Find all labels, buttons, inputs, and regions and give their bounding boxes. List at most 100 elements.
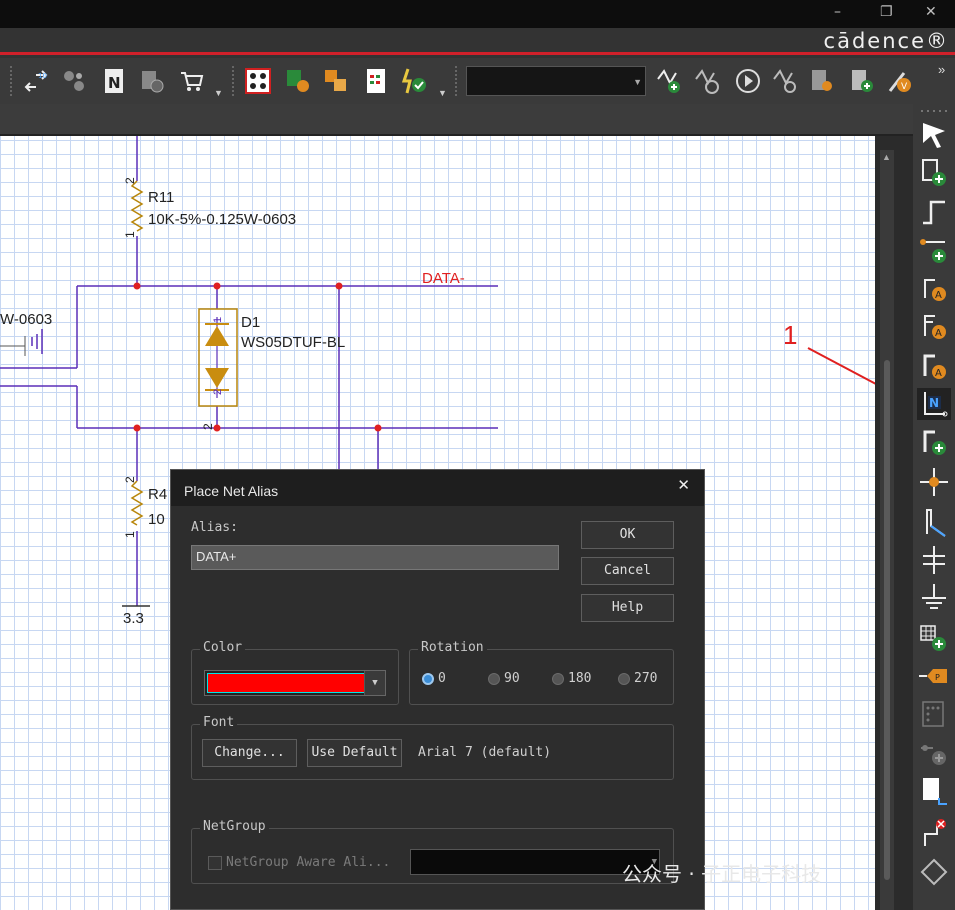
color-select[interactable]: ▼ bbox=[204, 670, 386, 696]
toolbar-grip[interactable] bbox=[10, 66, 12, 96]
find-part-icon[interactable] bbox=[808, 67, 836, 95]
dialog-title-bar[interactable]: Place Net Alias ✕ bbox=[171, 470, 704, 506]
scrollbar-thumb[interactable] bbox=[884, 360, 890, 880]
design-rules-check-icon[interactable] bbox=[138, 67, 166, 95]
combo-arrow-icon[interactable]: ▼ bbox=[633, 77, 642, 87]
place-part-sim-icon[interactable] bbox=[848, 67, 876, 95]
back-annotate-icon[interactable] bbox=[60, 67, 88, 95]
power-check-icon[interactable] bbox=[400, 67, 428, 95]
r11-reference: R11 bbox=[148, 189, 174, 206]
title-bar: – ❐ ✕ bbox=[0, 0, 955, 28]
place-off-page-icon[interactable] bbox=[917, 622, 951, 654]
radio-selected-icon bbox=[422, 672, 434, 685]
place-no-connect-icon[interactable] bbox=[917, 698, 951, 730]
font-group-label: Font bbox=[200, 715, 238, 730]
svg-text:N: N bbox=[108, 74, 121, 92]
change-font-button[interactable]: Change... bbox=[202, 739, 297, 767]
toolbar-overflow-icon[interactable]: » bbox=[938, 62, 945, 77]
dialog-close-icon[interactable]: ✕ bbox=[677, 476, 690, 494]
partial-part-value: W-0603 bbox=[0, 311, 52, 328]
svg-text:A: A bbox=[935, 328, 942, 339]
color-swatch bbox=[207, 673, 365, 693]
svg-text:P: P bbox=[935, 673, 940, 682]
color-dropdown-icon[interactable]: ▼ bbox=[364, 671, 385, 695]
rotation-90-radio[interactable]: 90 bbox=[488, 671, 520, 686]
restore-button[interactable]: ❐ bbox=[880, 4, 893, 20]
auto-wire-icon[interactable] bbox=[917, 234, 951, 266]
voltage-marker-icon[interactable]: V bbox=[886, 67, 914, 95]
radio-icon bbox=[488, 672, 500, 685]
netlist-icon[interactable]: N bbox=[100, 67, 128, 95]
annotate-icon[interactable]: 10 bbox=[22, 67, 50, 95]
run-simulation-icon[interactable] bbox=[734, 67, 762, 95]
select-pointer-icon[interactable] bbox=[917, 119, 951, 151]
r4-reference: R4 bbox=[148, 486, 167, 503]
scroll-up-icon[interactable]: ▲ bbox=[882, 152, 891, 162]
place-port-icon[interactable]: P bbox=[917, 660, 951, 692]
svg-text:A: A bbox=[935, 368, 942, 379]
net-alias-data-minus[interactable]: DATA- bbox=[422, 270, 465, 287]
bill-of-materials-icon[interactable] bbox=[178, 67, 206, 95]
svg-text:A: A bbox=[935, 290, 942, 301]
sync-icon[interactable] bbox=[322, 67, 350, 95]
font-value: Arial 7 (default) bbox=[418, 745, 552, 760]
r4-pin2-label: 2 bbox=[123, 476, 137, 483]
toolbar-combobox[interactable]: ▼ bbox=[466, 66, 646, 96]
alias-input[interactable]: DATA+ bbox=[191, 545, 559, 570]
place-ground-icon[interactable] bbox=[917, 582, 951, 614]
toolbar-separator bbox=[232, 66, 234, 96]
color-group-label: Color bbox=[200, 640, 246, 655]
color-group: Color ▼ bbox=[191, 640, 399, 705]
power-check-dropdown-icon[interactable]: ▼ bbox=[438, 88, 447, 98]
place-junction-icon[interactable] bbox=[917, 466, 951, 498]
place-bus-icon[interactable] bbox=[917, 426, 951, 458]
svg-text:N: N bbox=[929, 396, 939, 410]
bom-dropdown-icon[interactable]: ▼ bbox=[214, 88, 223, 98]
place-part-icon[interactable] bbox=[917, 157, 951, 189]
wire-auto-bus-icon[interactable]: A bbox=[917, 350, 951, 382]
rotation-0-radio[interactable]: 0 bbox=[422, 671, 446, 686]
place-pin-icon[interactable] bbox=[917, 736, 951, 768]
svg-text:V: V bbox=[901, 82, 908, 92]
main-toolbar: 10 N ▼ ▼ ▼ V » bbox=[0, 58, 955, 105]
place-text-icon[interactable] bbox=[917, 776, 951, 808]
rotation-270-radio[interactable]: 270 bbox=[618, 671, 657, 686]
pcb-editor-icon[interactable] bbox=[244, 67, 272, 95]
d1-pin1-label: 1 bbox=[212, 317, 224, 323]
r11-value: 10K-5%-0.125W-0603 bbox=[148, 211, 296, 228]
place-power-icon[interactable] bbox=[917, 544, 951, 576]
help-button[interactable]: Help bbox=[581, 594, 674, 622]
ok-button[interactable]: OK bbox=[581, 521, 674, 549]
annotation-1: 1 bbox=[783, 320, 798, 350]
place-net-alias-icon[interactable]: N bbox=[917, 388, 951, 420]
place-wire-icon[interactable] bbox=[917, 196, 951, 228]
svg-text:10: 10 bbox=[38, 72, 47, 80]
document-tab-bar bbox=[0, 104, 915, 136]
rotation-270-label: 270 bbox=[634, 671, 658, 686]
add-probe-icon[interactable] bbox=[656, 67, 684, 95]
netgroup-aware-checkbox[interactable]: NetGroup Aware Ali... bbox=[208, 855, 390, 870]
palette-grip[interactable] bbox=[919, 106, 949, 116]
update-pcb-icon[interactable] bbox=[284, 67, 312, 95]
use-default-font-button[interactable]: Use Default bbox=[307, 739, 402, 767]
close-button[interactable]: ✕ bbox=[925, 4, 937, 20]
cancel-button[interactable]: Cancel bbox=[581, 557, 674, 585]
view-results-icon[interactable] bbox=[772, 67, 800, 95]
rotation-180-radio[interactable]: 180 bbox=[552, 671, 591, 686]
radio-icon bbox=[552, 672, 564, 685]
simulation-settings-icon[interactable] bbox=[694, 67, 722, 95]
minimize-button[interactable]: – bbox=[834, 4, 841, 20]
report-icon[interactable] bbox=[362, 67, 390, 95]
vertical-scrollbar[interactable]: ▲ bbox=[880, 150, 894, 910]
checkbox-icon bbox=[208, 855, 222, 870]
wire-auto-connect-icon[interactable]: A bbox=[917, 272, 951, 304]
place-bus-entry-icon[interactable] bbox=[917, 506, 951, 538]
cadence-logo: cādence® bbox=[823, 29, 949, 53]
draw-toolbar: A A A N P bbox=[913, 104, 955, 910]
palette-more-icon[interactable] bbox=[917, 856, 951, 888]
r11-pin2-label: 2 bbox=[123, 177, 137, 184]
netgroup-aware-label: NetGroup Aware Ali... bbox=[226, 855, 391, 870]
wire-auto-connect-multi-icon[interactable]: A bbox=[917, 310, 951, 342]
place-no-connect-x-icon[interactable] bbox=[917, 816, 951, 848]
brand-divider bbox=[0, 52, 955, 55]
